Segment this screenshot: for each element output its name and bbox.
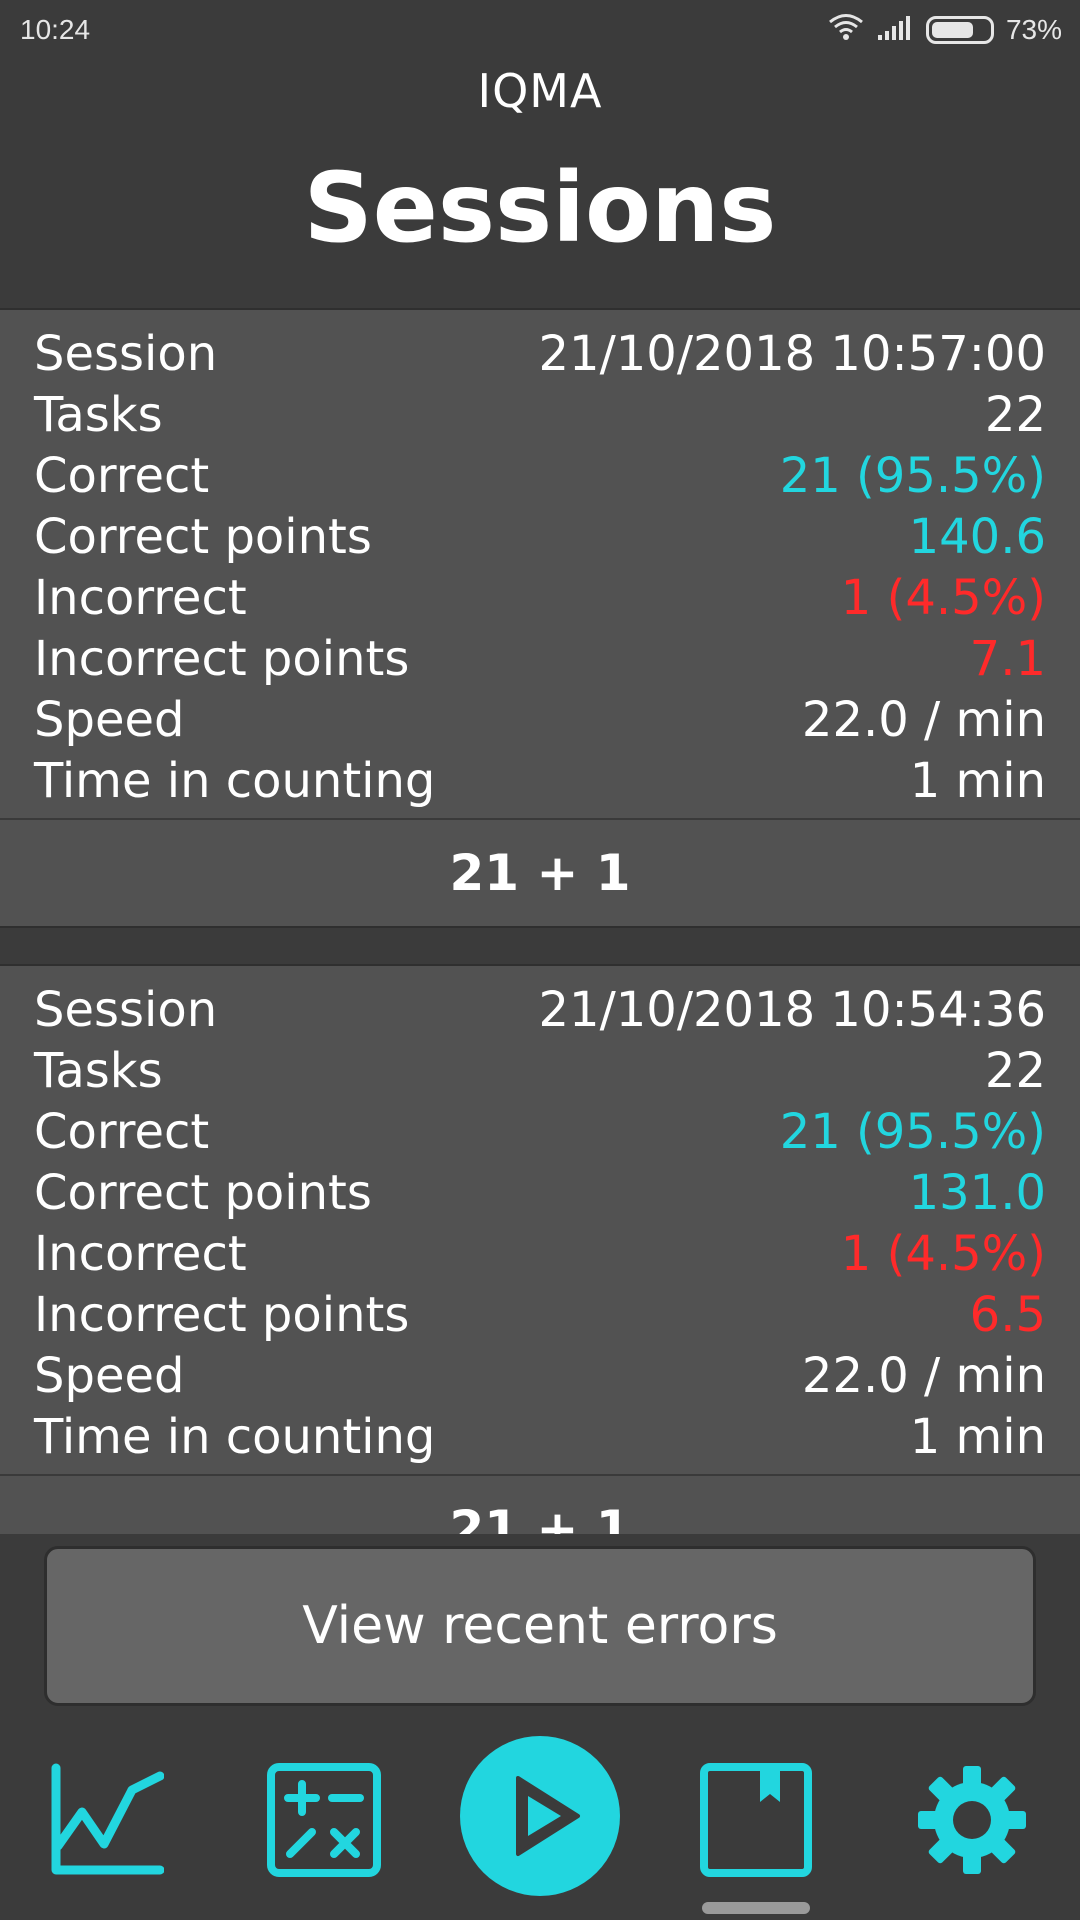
battery-level xyxy=(931,22,973,38)
status-bar: 10:24 73% xyxy=(0,0,1080,60)
speed-row: Speed 22.0 / min xyxy=(34,690,1046,751)
home-indicator[interactable] xyxy=(702,1902,810,1914)
time-row: Time in counting 1 min xyxy=(34,751,1046,812)
incorrect-row: Incorrect 1 (4.5%) xyxy=(34,1224,1046,1285)
screen: 10:24 73% IQMA Sessions Session 21/10/20… xyxy=(0,0,1080,1920)
tasks-row: Tasks 22 xyxy=(34,385,1046,446)
session-card[interactable]: Session 21/10/2018 10:57:00 Tasks 22 Cor… xyxy=(0,308,1080,928)
session-card[interactable]: Session 21/10/2018 10:54:36 Tasks 22 Cor… xyxy=(0,964,1080,1534)
row-label: Correct points xyxy=(34,509,372,565)
battery-percent: 73% xyxy=(1005,14,1062,45)
row-label: Correct points xyxy=(34,1165,372,1221)
nav-book-button[interactable] xyxy=(698,1762,814,1882)
incorrect-points-row: Incorrect points 6.5 xyxy=(34,1285,1046,1346)
wifi-icon xyxy=(828,13,864,48)
bottom-nav xyxy=(0,1736,1080,1920)
row-value: 131.0 xyxy=(908,1165,1046,1221)
session-details: Session 21/10/2018 10:57:00 Tasks 22 Cor… xyxy=(0,310,1080,818)
session-summary[interactable]: 21 + 1 xyxy=(0,1474,1080,1534)
correct-row: Correct 21 (95.5%) xyxy=(34,1102,1046,1163)
correct-points-row: Correct points 140.6 xyxy=(34,507,1046,568)
correct-points-row: Correct points 131.0 xyxy=(34,1163,1046,1224)
incorrect-row: Incorrect 1 (4.5%) xyxy=(34,568,1046,629)
row-value: 21 (95.5%) xyxy=(779,448,1046,504)
app-title: IQMA xyxy=(477,64,603,118)
battery-icon xyxy=(925,16,994,44)
row-label: Incorrect points xyxy=(34,631,410,687)
row-label: Speed xyxy=(34,692,185,748)
session-row: Session 21/10/2018 10:57:00 xyxy=(34,324,1046,385)
row-value: 6.5 xyxy=(969,1287,1046,1343)
row-label: Session xyxy=(34,326,218,382)
header: IQMA Sessions xyxy=(0,60,1080,308)
tasks-row: Tasks 22 xyxy=(34,1041,1046,1102)
session-row: Session 21/10/2018 10:54:36 xyxy=(34,980,1046,1041)
row-value: 22 xyxy=(984,387,1046,443)
status-icons: 73% xyxy=(828,13,1062,48)
row-value: 22.0 / min xyxy=(801,692,1046,748)
row-label: Speed xyxy=(34,1348,185,1404)
row-value: 21/10/2018 10:57:00 xyxy=(538,326,1047,382)
row-value: 21 (95.5%) xyxy=(779,1104,1046,1160)
row-value: 1 min xyxy=(909,1409,1046,1465)
time-row: Time in counting 1 min xyxy=(34,1407,1046,1468)
correct-row: Correct 21 (95.5%) xyxy=(34,446,1046,507)
row-label: Tasks xyxy=(34,387,163,443)
row-label: Time in counting xyxy=(34,753,436,809)
row-label: Incorrect points xyxy=(34,1287,410,1343)
row-label: Correct xyxy=(34,448,210,504)
bookmark-book-icon xyxy=(698,1762,814,1882)
play-icon xyxy=(458,1734,622,1902)
nav-stats-button[interactable] xyxy=(48,1762,165,1882)
page-title: Sessions xyxy=(303,152,777,264)
signal-icon xyxy=(876,13,914,48)
row-value: 22 xyxy=(984,1043,1046,1099)
speed-row: Speed 22.0 / min xyxy=(34,1346,1046,1407)
view-recent-errors-button[interactable]: View recent errors xyxy=(44,1546,1036,1706)
row-label: Session xyxy=(34,982,218,1038)
row-value: 1 min xyxy=(909,753,1046,809)
row-value: 7.1 xyxy=(969,631,1046,687)
row-value: 140.6 xyxy=(908,509,1046,565)
gear-icon xyxy=(914,1762,1030,1882)
row-label: Incorrect xyxy=(34,570,247,626)
row-label: Time in counting xyxy=(34,1409,436,1465)
status-time: 10:24 xyxy=(20,14,91,45)
nav-settings-button[interactable] xyxy=(914,1764,1030,1880)
row-value: 1 (4.5%) xyxy=(840,570,1046,626)
session-summary[interactable]: 21 + 1 xyxy=(0,818,1080,926)
row-label: Correct xyxy=(34,1104,210,1160)
sessions-list[interactable]: Session 21/10/2018 10:57:00 Tasks 22 Cor… xyxy=(0,308,1080,1534)
row-value: 21/10/2018 10:54:36 xyxy=(538,982,1047,1038)
row-label: Incorrect xyxy=(34,1226,247,1282)
row-label: Tasks xyxy=(34,1043,163,1099)
calculator-icon xyxy=(266,1762,382,1882)
row-value: 1 (4.5%) xyxy=(840,1226,1046,1282)
chart-line-icon xyxy=(48,1762,165,1882)
nav-calculator-button[interactable] xyxy=(266,1762,382,1882)
row-value: 22.0 / min xyxy=(801,1348,1046,1404)
session-details: Session 21/10/2018 10:54:36 Tasks 22 Cor… xyxy=(0,966,1080,1474)
incorrect-points-row: Incorrect points 7.1 xyxy=(34,629,1046,690)
nav-play-button[interactable] xyxy=(458,1736,622,1900)
